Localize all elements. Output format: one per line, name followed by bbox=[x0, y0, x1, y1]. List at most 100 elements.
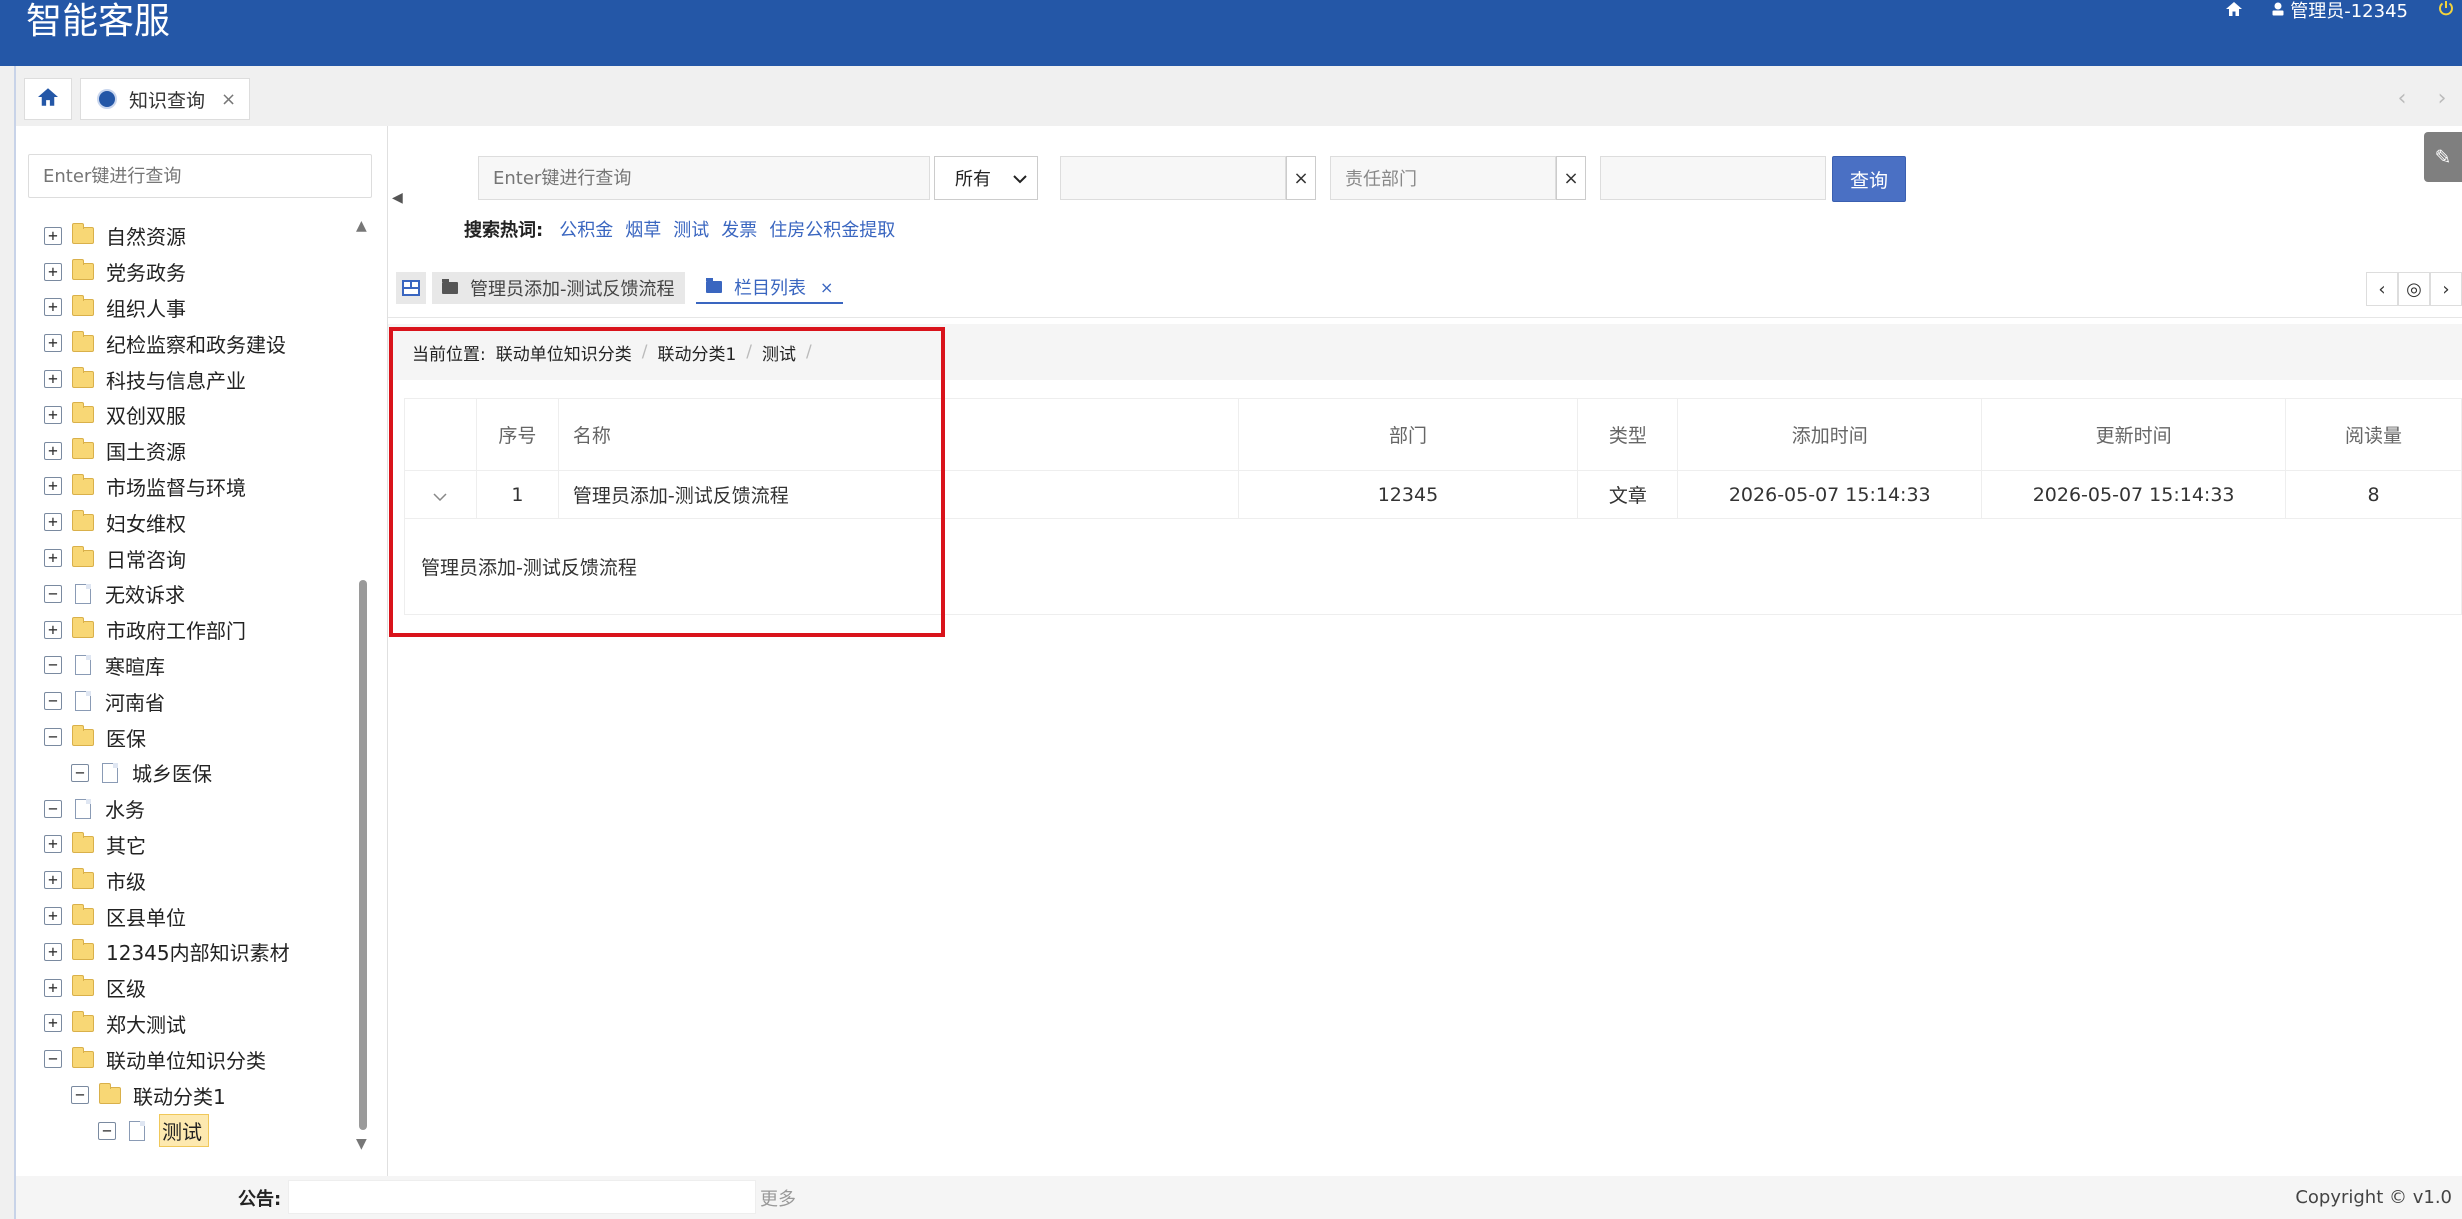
tree-node-label[interactable]: 12345内部知识素材 bbox=[106, 937, 290, 966]
home-tab[interactable] bbox=[24, 78, 72, 120]
tree-node-label[interactable]: 河南省 bbox=[105, 687, 165, 716]
tree-node-label[interactable]: 市政府工作部门 bbox=[106, 615, 246, 644]
tree-node[interactable]: + 市级 bbox=[44, 862, 364, 898]
tree-node-label[interactable]: 无效诉求 bbox=[105, 579, 185, 608]
tree-node[interactable]: − 医保 bbox=[44, 719, 364, 755]
close-icon[interactable]: × bbox=[221, 89, 236, 110]
dept-input[interactable]: 责任部门 bbox=[1330, 156, 1556, 200]
hot-word[interactable]: 烟草 bbox=[625, 216, 661, 242]
scroll-down-icon[interactable]: ▼ bbox=[356, 1136, 367, 1152]
tab-article[interactable]: 管理员添加-测试反馈流程 bbox=[432, 272, 685, 304]
collapse-icon[interactable]: − bbox=[71, 763, 89, 782]
tree-node[interactable]: − 联动单位知识分类 bbox=[44, 1041, 364, 1077]
tree-node[interactable]: + 双创双服 bbox=[44, 397, 364, 433]
clear-category-button[interactable]: × bbox=[1286, 156, 1316, 200]
tree-node[interactable]: + 纪检监察和政务建设 bbox=[44, 325, 364, 361]
chevron-right-icon[interactable]: › bbox=[2422, 86, 2462, 111]
category-input[interactable] bbox=[1060, 156, 1286, 200]
tree-node-label[interactable]: 国土资源 bbox=[106, 436, 186, 465]
tree-node[interactable]: + 其它 bbox=[44, 827, 364, 863]
expand-icon[interactable]: + bbox=[44, 226, 62, 245]
breadcrumb-item[interactable]: 联动分类1 bbox=[657, 340, 736, 365]
tree-node-label[interactable]: 科技与信息产业 bbox=[106, 365, 246, 394]
tree-node-label[interactable]: 组织人事 bbox=[106, 293, 186, 322]
tree-node-label[interactable]: 水务 bbox=[105, 794, 145, 823]
tree-node-label[interactable]: 妇女维权 bbox=[106, 508, 186, 537]
tree-node[interactable]: + 组织人事 bbox=[44, 290, 364, 326]
scroll-thumb[interactable] bbox=[359, 580, 367, 1130]
collapse-icon[interactable]: − bbox=[71, 1086, 89, 1105]
tree-node-label[interactable]: 市场监督与环境 bbox=[106, 472, 246, 501]
tree-node[interactable]: − 无效诉求 bbox=[44, 576, 364, 612]
tree-node-label[interactable]: 医保 bbox=[106, 723, 146, 752]
tree-node-label[interactable]: 党务政务 bbox=[106, 257, 186, 286]
tree-node[interactable]: + 自然资源 bbox=[44, 218, 364, 254]
tree-scrollbar[interactable]: ▲ ▼ bbox=[354, 218, 372, 1152]
scope-select[interactable]: 所有 bbox=[934, 156, 1038, 200]
tree-node-label[interactable]: 测试 bbox=[159, 1114, 209, 1148]
expand-icon[interactable]: + bbox=[44, 1014, 62, 1033]
expand-icon[interactable]: + bbox=[44, 978, 62, 997]
expand-icon[interactable]: + bbox=[44, 549, 62, 568]
tab-knowledge-query[interactable]: 知识查询 × bbox=[80, 78, 250, 120]
home-icon[interactable] bbox=[2226, 0, 2243, 21]
tree-node-label[interactable]: 郑大测试 bbox=[106, 1009, 186, 1038]
expand-icon[interactable]: + bbox=[44, 871, 62, 890]
tree-node-label[interactable]: 双创双服 bbox=[106, 400, 186, 429]
row-detail-text[interactable]: 管理员添加-测试反馈流程 bbox=[404, 518, 2462, 615]
close-icon[interactable]: × bbox=[820, 278, 833, 297]
expand-icon[interactable]: + bbox=[44, 298, 62, 317]
chevron-left-icon[interactable]: ‹ bbox=[2382, 86, 2422, 111]
table-row[interactable]: 1 管理员添加-测试反馈流程 12345 文章 2026-05-07 15:14… bbox=[404, 470, 2462, 519]
keyword-search-input[interactable] bbox=[478, 156, 930, 200]
hot-word[interactable]: 公积金 bbox=[559, 216, 613, 242]
row-name[interactable]: 管理员添加-测试反馈流程 bbox=[557, 470, 1239, 519]
tree-node[interactable]: + 日常咨询 bbox=[44, 540, 364, 576]
tree-node-label[interactable]: 城乡医保 bbox=[132, 758, 212, 787]
tree-node[interactable]: − 联动分类1 bbox=[44, 1077, 364, 1113]
tab-column-list[interactable]: 栏目列表 × bbox=[696, 272, 844, 304]
expand-icon[interactable]: + bbox=[44, 835, 62, 854]
tree-node[interactable]: + 郑大测试 bbox=[44, 1006, 364, 1042]
expand-icon[interactable]: + bbox=[44, 620, 62, 639]
expand-row-toggle[interactable] bbox=[404, 470, 477, 519]
tree-node[interactable]: − 城乡医保 bbox=[44, 755, 364, 791]
tree-node-label[interactable]: 纪检监察和政务建设 bbox=[106, 329, 286, 358]
tree-node[interactable]: + 国土资源 bbox=[44, 433, 364, 469]
tree-node-label[interactable]: 联动分类1 bbox=[133, 1081, 226, 1110]
tree-node-label[interactable]: 寒暄库 bbox=[105, 651, 165, 680]
hot-word[interactable]: 测试 bbox=[673, 216, 709, 242]
expand-icon[interactable]: + bbox=[44, 262, 62, 281]
target-icon[interactable]: ◎ bbox=[2398, 272, 2430, 306]
tree-node-label[interactable]: 日常咨询 bbox=[106, 544, 186, 573]
edit-icon[interactable]: ✎ bbox=[2424, 132, 2462, 182]
tree-node[interactable]: + 市政府工作部门 bbox=[44, 612, 364, 648]
user-name[interactable]: 管理员-12345 bbox=[2290, 0, 2408, 23]
tree-node[interactable]: +12345内部知识素材 bbox=[44, 934, 364, 970]
expand-icon[interactable]: + bbox=[44, 513, 62, 532]
collapse-icon[interactable]: − bbox=[44, 584, 62, 603]
scroll-up-icon[interactable]: ▲ bbox=[356, 218, 367, 234]
tree-node[interactable]: + 区县单位 bbox=[44, 898, 364, 934]
tree-node-label[interactable]: 市级 bbox=[106, 866, 146, 895]
power-icon[interactable] bbox=[2438, 0, 2454, 21]
expand-icon[interactable]: + bbox=[44, 370, 62, 389]
expand-icon[interactable]: + bbox=[44, 477, 62, 496]
tab-menu-icon[interactable] bbox=[396, 272, 426, 304]
tree-search-input[interactable] bbox=[28, 154, 372, 198]
breadcrumb-item[interactable]: 联动单位知识分类 bbox=[496, 340, 632, 365]
expand-icon[interactable]: + bbox=[44, 441, 62, 460]
breadcrumb-item[interactable]: 测试 bbox=[762, 340, 796, 365]
tree-node[interactable]: − 寒暄库 bbox=[44, 648, 364, 684]
tree-node[interactable]: + 妇女维权 bbox=[44, 504, 364, 540]
tree-node-label[interactable]: 区级 bbox=[106, 973, 146, 1002]
collapse-icon[interactable]: − bbox=[44, 1050, 62, 1069]
expand-icon[interactable]: + bbox=[44, 405, 62, 424]
query-button[interactable]: 查询 bbox=[1832, 156, 1906, 202]
collapse-icon[interactable]: − bbox=[98, 1121, 116, 1140]
hot-word[interactable]: 发票 bbox=[721, 216, 757, 242]
tree-node[interactable]: − 河南省 bbox=[44, 683, 364, 719]
expand-icon[interactable]: + bbox=[44, 334, 62, 353]
tree-node[interactable]: − 测试 bbox=[44, 1113, 364, 1149]
more-link[interactable]: 更多 bbox=[760, 1185, 796, 1211]
